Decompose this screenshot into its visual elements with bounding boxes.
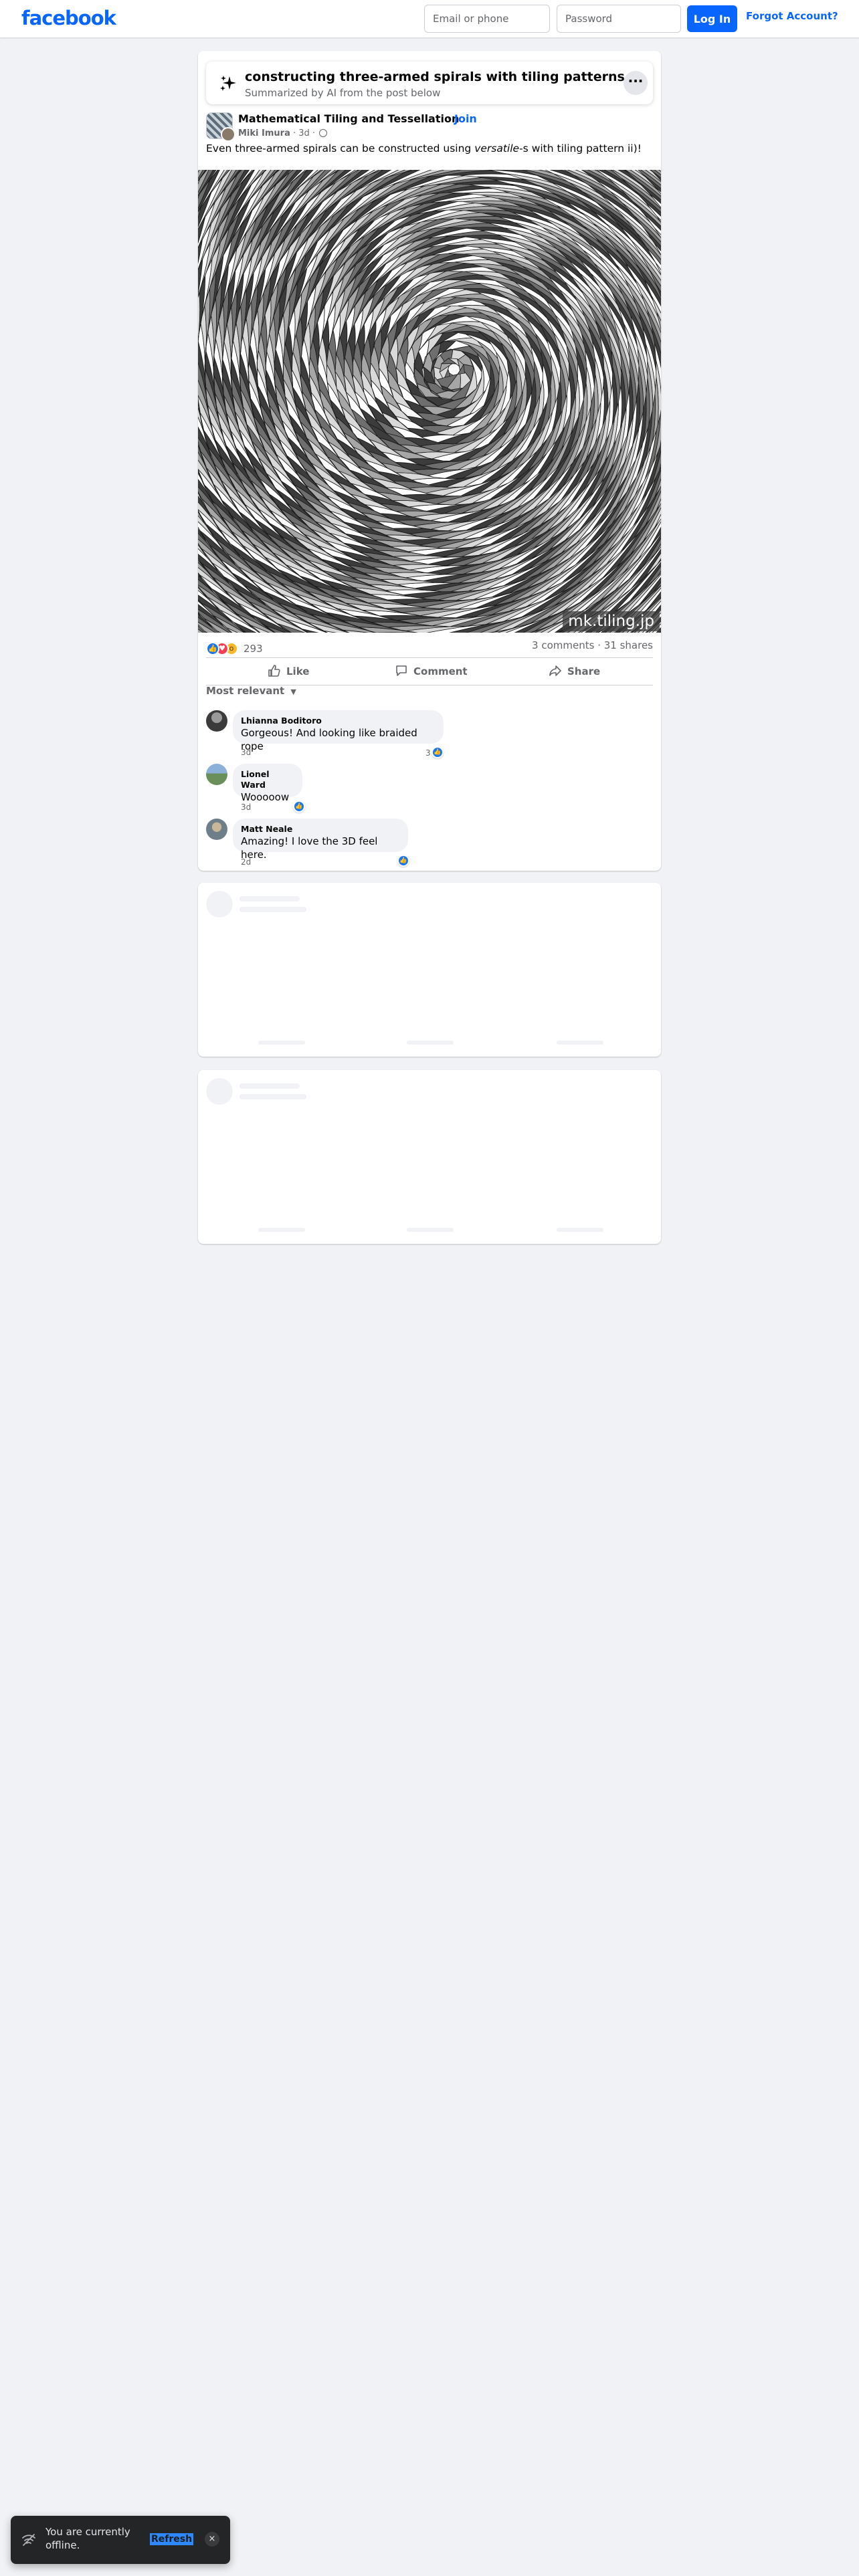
post-card: constructing three-armed spirals with ti… [198,51,661,871]
commenter-avatar[interactable] [206,819,227,840]
group-name[interactable]: Mathematical Tiling and Tessellation [238,112,459,125]
like-icon[interactable]: 👍 [432,746,444,758]
facebook-logo[interactable]: facebook [21,7,116,29]
post-text-end: -s with tiling pattern ii)! [519,142,642,154]
commenter-avatar[interactable] [206,710,227,732]
comment-time[interactable]: 3d [241,748,251,757]
comment-time[interactable]: 3d [241,802,251,812]
post-image[interactable]: mk.tiling.jp [198,170,661,633]
comment-time[interactable]: 2d [241,857,251,867]
comment-item: Lhianna Boditoro Gorgeous! And looking l… [206,710,607,764]
placeholder-line [407,1041,454,1045]
comment-icon [396,665,407,676]
image-watermark: mk.tiling.jp [563,611,660,631]
globe-icon [319,129,328,137]
password-field[interactable] [557,5,681,33]
offline-toast: You are currently offline. Refresh × [11,2516,230,2564]
ai-summary-title: constructing three-armed spirals with ti… [245,70,625,84]
post-text-start: Even three-armed spirals can be construc… [206,142,475,154]
loading-post-placeholder [198,883,661,1057]
comment-text: Wooooow [241,791,290,803]
comment-label: Comment [413,665,468,677]
comment-item: Matt Neale Amazing! I love the 3D feel h… [206,819,607,872]
sort-label: Most relevant [206,685,285,697]
placeholder-line [258,1228,305,1232]
email-field[interactable] [424,5,550,33]
comments-count[interactable]: 3 comments [532,639,594,651]
post-time[interactable]: 3d [298,128,310,138]
placeholder-line [557,1041,603,1045]
separator-dot: · [447,112,451,125]
placeholder-line [240,1083,300,1089]
share-icon [549,665,561,676]
more-options-button[interactable]: ··· [624,71,648,95]
author-avatar[interactable] [221,127,235,142]
shares-count[interactable]: 31 shares [604,639,653,651]
like-button[interactable]: Like [268,658,309,685]
post-text-italic: versatile [474,142,520,154]
comment-bubble: Matt Neale Amazing! I love the 3D feel h… [233,819,408,861]
comment-bubble: Lhianna Boditoro Gorgeous! And looking l… [233,710,444,752]
commenter-name[interactable]: Matt Neale [241,824,400,835]
refresh-link[interactable]: Refresh [150,2533,194,2545]
share-button[interactable]: Share [549,658,600,685]
reaction-count: 293 [244,643,263,655]
like-icon[interactable]: 👍 [293,800,305,813]
like-label: Like [286,665,310,677]
separator-dot: · [292,128,299,138]
engagement-counts: 3 comments · 31 shares [532,639,653,651]
loading-post-placeholder [198,1070,661,1244]
like-icon[interactable]: 👍 [397,855,409,867]
commenter-avatar[interactable] [206,764,227,785]
join-group-link[interactable]: Join [454,112,477,125]
comment-bubble: Lionel Ward Wooooow [233,764,302,803]
comment-item: Lionel Ward Wooooow 3d 👍 [206,764,607,817]
chevron-down-icon: ▼ [290,687,296,696]
post-text: Even three-armed spirals can be construc… [206,142,642,156]
close-icon[interactable]: × [205,2532,219,2547]
thumbs-up-icon [268,665,280,677]
share-label: Share [567,665,601,677]
placeholder-line [407,1228,454,1232]
top-navigation-bar: facebook Log In Forgot Account? [0,0,859,37]
placeholder-line [258,1041,305,1045]
like-icon: 👍 [206,642,219,655]
placeholder-line [240,907,306,912]
separator-dot: · [312,128,318,138]
forgot-account-link[interactable]: Forgot Account? [746,10,838,22]
ai-sparkle-icon [220,76,236,91]
placeholder-line [557,1228,603,1232]
login-button[interactable]: Log In [687,5,737,32]
spiral-tiling-image [198,170,661,633]
placeholder-line [240,1094,306,1099]
post-meta: Miki Imura · 3d · [238,128,328,138]
placeholder-avatar [206,1078,233,1105]
placeholder-avatar [206,891,233,918]
comment-reaction-count: 3 [425,748,431,758]
commenter-name[interactable]: Lionel Ward [241,769,294,790]
comment-sort-dropdown[interactable]: Most relevant ▼ [206,685,296,697]
offline-message: You are currently offline. [45,2526,130,2551]
placeholder-line [240,896,300,901]
comment-text: Amazing! I love the 3D feel here. [241,835,378,861]
ai-summary-subtitle: Summarized by AI from the post below [245,87,441,99]
separator-dot: · [594,639,604,651]
ai-summary-box[interactable]: constructing three-armed spirals with ti… [206,62,653,104]
author-name[interactable]: Miki Imura [238,128,290,138]
comment-button[interactable]: Comment [395,658,468,685]
commenter-name[interactable]: Lhianna Boditoro [241,716,436,726]
post-actions-bar: Like Comment Share [206,657,653,685]
wifi-off-icon [22,2534,35,2546]
comment-text: Gorgeous! And looking like braided rope [241,727,417,752]
